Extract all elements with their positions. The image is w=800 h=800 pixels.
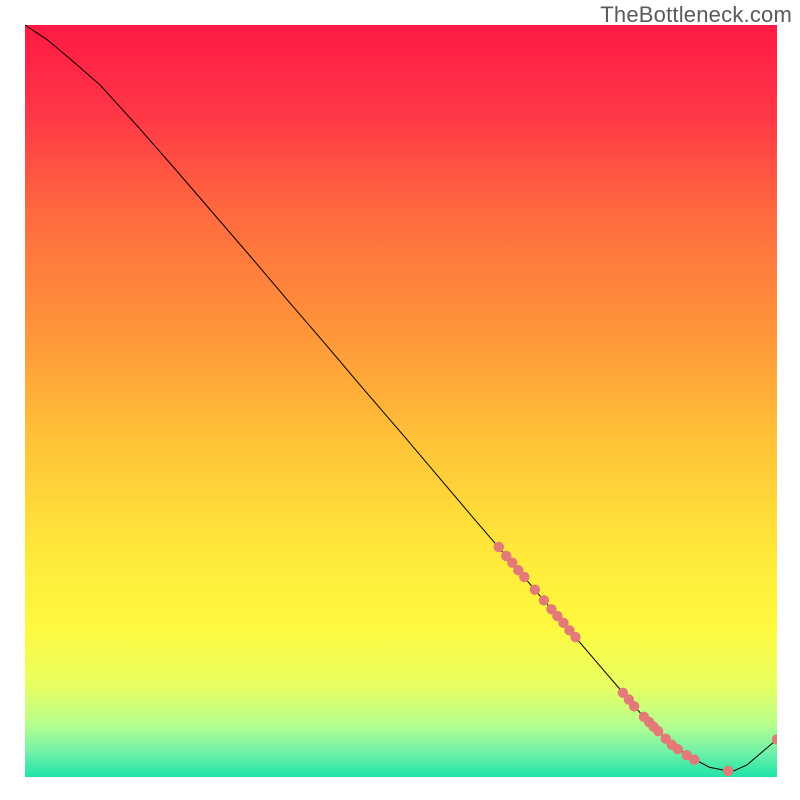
marker-dot: [653, 726, 663, 736]
marker-dot: [673, 744, 683, 754]
gradient-background: [25, 25, 777, 777]
marker-dot: [629, 701, 639, 711]
marker-dot: [530, 585, 540, 595]
chart-svg: [25, 25, 777, 777]
marker-dot: [539, 595, 549, 605]
plot-area: [25, 25, 777, 777]
marker-dot: [570, 632, 580, 642]
chart-frame: TheBottleneck.com: [0, 0, 800, 800]
marker-dot: [494, 542, 504, 552]
marker-dot: [689, 755, 699, 765]
marker-dot: [723, 766, 733, 776]
marker-dot: [519, 572, 529, 582]
